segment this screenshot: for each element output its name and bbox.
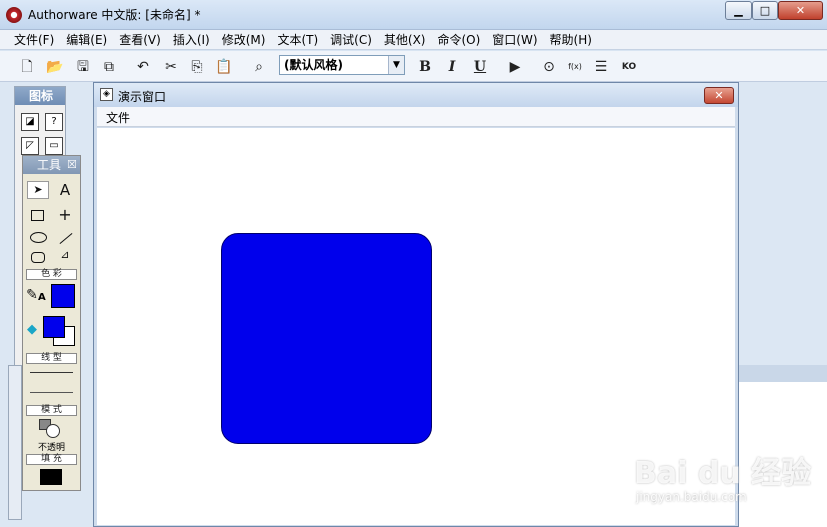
motion-icon[interactable]: ◸ (21, 137, 39, 155)
italic-button[interactable]: I (441, 56, 463, 78)
title-bar: Authorware 中文版: [未命名] * ▁ □ ✕ (0, 0, 827, 30)
pointer-tool[interactable]: ➤ (27, 181, 49, 199)
import-icon[interactable]: ⧉ (98, 56, 120, 78)
rounded-rectangle-tool[interactable] (31, 252, 45, 263)
interaction-icon[interactable]: ? (45, 113, 63, 131)
close-button[interactable]: ✕ (778, 1, 823, 20)
control-panel-icon[interactable]: ⊙ (538, 56, 560, 78)
mode-value-label: 不透明 (38, 443, 66, 453)
blue-rounded-rectangle[interactable] (221, 233, 432, 444)
menu-window[interactable]: 窗口(W) (486, 31, 543, 48)
undo-icon[interactable]: ↶ (132, 56, 154, 78)
copy-icon[interactable]: ⎘ (186, 56, 208, 78)
underline-button[interactable]: U (469, 56, 491, 78)
baidu-watermark-logo: Bai du 经验 (634, 456, 812, 491)
menu-control[interactable]: 调试(C) (324, 31, 378, 48)
line-style-thin[interactable] (30, 372, 73, 373)
menu-file[interactable]: 文件(F) (8, 31, 60, 48)
line-tool-plus[interactable]: + (54, 205, 76, 224)
presentation-window-icon: ◈ (100, 88, 113, 101)
text-style-select[interactable]: (默认风格) ▼ (279, 55, 405, 75)
text-color-label: A (38, 292, 46, 303)
presentation-menu-file[interactable]: 文件 (106, 109, 130, 126)
menu-commands[interactable]: 命令(O) (431, 31, 486, 48)
tool-palette-title-text: 工具 (37, 158, 62, 172)
menu-text[interactable]: 文本(T) (271, 31, 324, 48)
decision-icon[interactable]: ▭ (45, 137, 63, 155)
diagonal-line-tool[interactable] (59, 232, 73, 245)
menu-insert[interactable]: 插入(I) (167, 31, 216, 48)
icon-palette-title: 图标 (15, 87, 65, 105)
mode-section-header: 模 式 (26, 405, 77, 416)
play-icon[interactable]: ▶ (504, 56, 526, 78)
tool-palette-title: 工具 ☒ (23, 156, 80, 174)
mode-circle-icon[interactable] (46, 424, 60, 438)
pencil-icon: ✎ (26, 287, 38, 303)
ellipse-tool[interactable] (30, 232, 47, 243)
variables-icon[interactable]: ☰ (590, 56, 612, 78)
side-panel-edge (8, 365, 22, 520)
menu-modify[interactable]: 修改(M) (216, 31, 272, 48)
maximize-button[interactable]: □ (752, 1, 778, 20)
background-window (739, 365, 827, 527)
bold-button[interactable]: B (414, 56, 436, 78)
paste-icon[interactable]: 📋 (213, 56, 235, 78)
chevron-down-icon[interactable]: ▼ (388, 56, 404, 74)
text-style-value: (默认风格) (284, 58, 343, 72)
line-color-swatch[interactable] (51, 284, 75, 308)
presentation-title: 演示窗口 (118, 90, 167, 104)
fill-section-header: 填 充 (26, 454, 77, 465)
menu-view[interactable]: 查看(V) (113, 31, 167, 48)
background-window-bar (739, 365, 827, 382)
fill-pattern-swatch[interactable] (40, 469, 62, 485)
find-icon[interactable]: ⌕ (248, 56, 270, 78)
new-file-icon[interactable]: 🗋 (16, 56, 38, 78)
line-style-section-header: 线 型 (26, 353, 77, 364)
menu-help[interactable]: 帮助(H) (544, 31, 598, 48)
presentation-title-bar: ◈ 演示窗口 ✕ (94, 83, 738, 107)
arrow-pointer-icon: ➤ (33, 183, 43, 196)
tool-palette: 工具 ☒ ➤ A + ⊿ 色 彩 ✎ A ◆ 线 型 模 式 不透明 填 充 (22, 155, 81, 491)
functions-button[interactable]: f(x) (564, 56, 586, 78)
menu-xtras[interactable]: 其他(X) (378, 31, 432, 48)
presentation-menu-bar: 文件 (97, 107, 735, 127)
paint-bucket-icon: ◆ (27, 322, 37, 337)
line-style-option[interactable] (30, 392, 73, 393)
baidu-watermark-url: jingyan.baidu.com (636, 490, 747, 504)
rectangle-tool[interactable] (31, 210, 44, 221)
presentation-close-button[interactable]: ✕ (704, 87, 734, 104)
open-file-icon[interactable]: 📂 (44, 56, 66, 78)
fill-foreground-swatch[interactable] (43, 316, 65, 338)
menu-edit[interactable]: 编辑(E) (60, 31, 113, 48)
minimize-button[interactable]: ▁ (725, 1, 752, 20)
polygon-tool[interactable]: ⊿ (54, 248, 76, 266)
close-icon[interactable]: ☒ (67, 156, 77, 174)
menu-bar: 文件(F) 编辑(E) 查看(V) 插入(I) 修改(M) 文本(T) 调试(C… (0, 30, 827, 50)
color-section-header: 色 彩 (26, 269, 77, 280)
window-title: Authorware 中文版: [未命名] * (28, 8, 201, 22)
display-icon[interactable]: ◪ (21, 113, 39, 131)
text-tool[interactable]: A (54, 181, 76, 199)
toolbar: 🗋 📂 🖫 ⧉ ↶ ✂ ⎘ 📋 ⌕ (默认风格) ▼ B I U ▶ ⊙ f(x… (0, 51, 827, 82)
authorware-app-icon[interactable] (6, 7, 22, 23)
cut-icon[interactable]: ✂ (160, 56, 182, 78)
save-all-icon[interactable]: 🖫 (72, 56, 94, 78)
knowledge-objects-button[interactable]: KO (618, 56, 640, 78)
